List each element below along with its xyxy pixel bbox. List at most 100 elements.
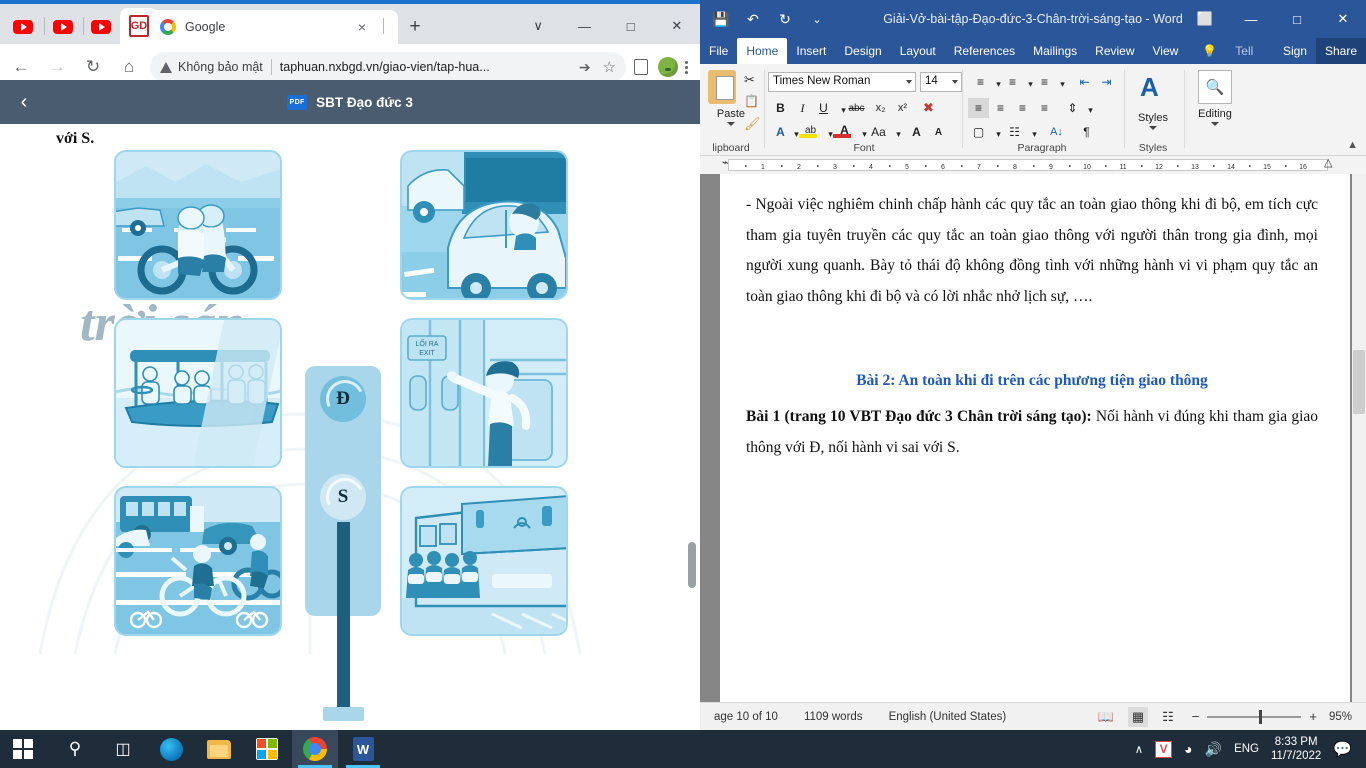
panel-child-head-out-car[interactable] xyxy=(400,150,568,300)
search-button[interactable]: ⚲ xyxy=(52,730,98,768)
align-left-button[interactable]: ≡ xyxy=(968,98,989,118)
maximize-button[interactable]: □ xyxy=(611,11,651,41)
home-button[interactable]: ⌂ xyxy=(114,52,144,82)
minimize-button[interactable]: — xyxy=(564,11,604,41)
read-mode-icon[interactable]: 📖 xyxy=(1098,709,1114,725)
panel-motorbike-helmet[interactable] xyxy=(114,150,282,300)
youtube-pinned-tab-3[interactable] xyxy=(82,12,120,42)
show-hidden-icons-button[interactable]: ∧ xyxy=(1135,742,1143,756)
close-button[interactable]: ✕ xyxy=(657,11,697,41)
tab-home[interactable]: Home xyxy=(737,38,788,64)
side-panel-icon[interactable] xyxy=(634,59,648,75)
start-button[interactable] xyxy=(0,730,46,768)
chrome-scrollbar-thumb[interactable] xyxy=(688,542,696,588)
word-vertical-scrollbar[interactable] xyxy=(1352,174,1366,702)
status-zoom-value[interactable]: 95% xyxy=(1329,711,1352,723)
share-button[interactable]: Share xyxy=(1315,38,1366,64)
grow-font-button[interactable]: A xyxy=(906,122,927,142)
share-icon[interactable]: ➔ xyxy=(579,59,591,76)
indent-marker-right[interactable]: △ xyxy=(1324,156,1332,169)
kebab-menu-icon[interactable] xyxy=(678,59,694,75)
decrease-indent-button[interactable]: ⇤ xyxy=(1074,72,1095,92)
show-formatting-marks-button[interactable]: ¶ xyxy=(1076,122,1097,142)
underline-button[interactable]: U xyxy=(813,98,834,118)
collapse-ribbon-icon[interactable]: ▲ xyxy=(1347,139,1358,151)
chevron-down-icon[interactable] xyxy=(1211,122,1219,126)
font-size-box[interactable]: 14 xyxy=(920,72,962,92)
align-center-button[interactable]: ≡ xyxy=(990,98,1011,118)
web-layout-icon[interactable]: ☷ xyxy=(1162,709,1174,725)
chevron-down-icon[interactable]: ▾ xyxy=(1052,74,1073,94)
editing-button[interactable]: Editing xyxy=(1184,108,1246,120)
copy-icon[interactable]: 📋 xyxy=(744,94,759,108)
page-indicator[interactable]: age 10 of 10 xyxy=(714,711,778,723)
superscript-button[interactable]: x² xyxy=(892,98,913,118)
clear-formatting-icon[interactable]: ✖ xyxy=(918,98,939,118)
zoom-slider-handle[interactable] xyxy=(1259,709,1263,724)
youtube-pinned-tab-1[interactable] xyxy=(4,12,42,42)
star-icon[interactable]: ☆ xyxy=(603,58,616,76)
word-page[interactable]: - Ngoài việc nghiêm chinh chấp hành các … xyxy=(720,174,1350,702)
close-icon[interactable]: × xyxy=(354,19,370,35)
status-zoom-in-button[interactable]: + xyxy=(1309,709,1317,724)
chevron-down-icon[interactable]: ∨ xyxy=(518,11,558,41)
tab-file[interactable]: File xyxy=(700,38,737,64)
microsoft-store-button[interactable] xyxy=(244,730,290,768)
reload-button[interactable]: ↻ xyxy=(78,52,108,82)
task-view-button[interactable]: ◫ xyxy=(100,730,146,768)
language-indicator[interactable]: ENG xyxy=(1234,743,1259,755)
chevron-down-icon[interactable] xyxy=(906,80,912,84)
word-minimize-button[interactable]: — xyxy=(1228,0,1274,38)
chevron-down-icon[interactable] xyxy=(952,80,958,84)
back-icon[interactable]: ‹ xyxy=(6,80,42,124)
justify-button[interactable]: ≡ xyxy=(1034,98,1055,118)
avatar-icon[interactable] xyxy=(658,57,678,77)
paste-dropdown-icon[interactable] xyxy=(727,122,735,126)
word-count[interactable]: 1109 words xyxy=(804,711,863,723)
chevron-down-icon[interactable]: ▾ xyxy=(1080,100,1101,120)
badge-dung[interactable]: Đ xyxy=(320,376,366,422)
tab-view[interactable]: View xyxy=(1144,38,1188,64)
sort-button[interactable]: A↓ xyxy=(1046,122,1067,142)
notification-icon[interactable]: 💬 xyxy=(1333,740,1352,758)
back-button[interactable]: ← xyxy=(6,52,36,82)
wifi-icon[interactable]: ◕ xyxy=(1184,741,1192,757)
tab-mailings[interactable]: Mailings xyxy=(1024,38,1086,64)
word-horizontal-ruler[interactable]: 123 456 789 10 11 12 13 14 15 16 ⌁ △ xyxy=(700,156,1366,174)
clock[interactable]: 8:33 PM 11/7/2022 xyxy=(1271,735,1321,763)
redo-icon[interactable]: ↻ xyxy=(770,6,800,32)
word-close-button[interactable]: ✕ xyxy=(1320,0,1366,38)
sign-in-button[interactable]: Sign in xyxy=(1274,38,1316,84)
tab-review[interactable]: Review xyxy=(1086,38,1143,64)
zoom-slider[interactable] xyxy=(1207,709,1302,724)
panel-students-boarding-bus[interactable] xyxy=(400,486,568,636)
cut-icon[interactable]: ✂ xyxy=(744,72,755,88)
customize-qat-icon[interactable]: ⌄ xyxy=(802,6,832,32)
word-restore-button[interactable]: □ xyxy=(1274,0,1320,38)
find-icon[interactable]: 🔍 xyxy=(1198,70,1232,104)
panel-boy-exit-door[interactable]: LỐI RA EXIT xyxy=(400,318,568,468)
italic-button[interactable]: I xyxy=(792,98,813,118)
tell-me-icon[interactable]: 💡 xyxy=(1193,38,1226,64)
badge-sai[interactable]: S xyxy=(320,474,366,520)
status-zoom-out-button[interactable]: − xyxy=(1192,709,1200,724)
address-bar[interactable]: Không bảo mật taphuan.nxbgd.vn/giao-vien… xyxy=(150,52,626,82)
bold-button[interactable]: B xyxy=(770,98,791,118)
tab-layout[interactable]: Layout xyxy=(891,38,945,64)
styles-button[interactable]: Styles xyxy=(1124,112,1182,124)
chevron-down-icon[interactable] xyxy=(1149,126,1157,130)
shading-button[interactable]: ▢ xyxy=(968,122,989,142)
language-indicator[interactable]: English (United States) xyxy=(889,711,1007,723)
youtube-pinned-tab-2[interactable] xyxy=(44,12,82,42)
strikethrough-button[interactable]: abc xyxy=(846,98,867,118)
chrome-vertical-scrollbar[interactable] xyxy=(688,124,698,730)
active-tab-google[interactable]: Google × xyxy=(150,10,398,44)
tab-insert[interactable]: Insert xyxy=(787,38,835,64)
align-right-button[interactable]: ≡ xyxy=(1012,98,1033,118)
new-tab-button[interactable]: + xyxy=(404,16,426,38)
indent-marker-left[interactable]: ⌁ xyxy=(722,156,729,169)
tab-references[interactable]: References xyxy=(945,38,1024,64)
borders-button[interactable]: ☷ xyxy=(1004,122,1025,142)
chevron-down-icon[interactable]: ▾ xyxy=(1024,124,1045,144)
word-scrollbar-thumb[interactable] xyxy=(1353,350,1365,414)
